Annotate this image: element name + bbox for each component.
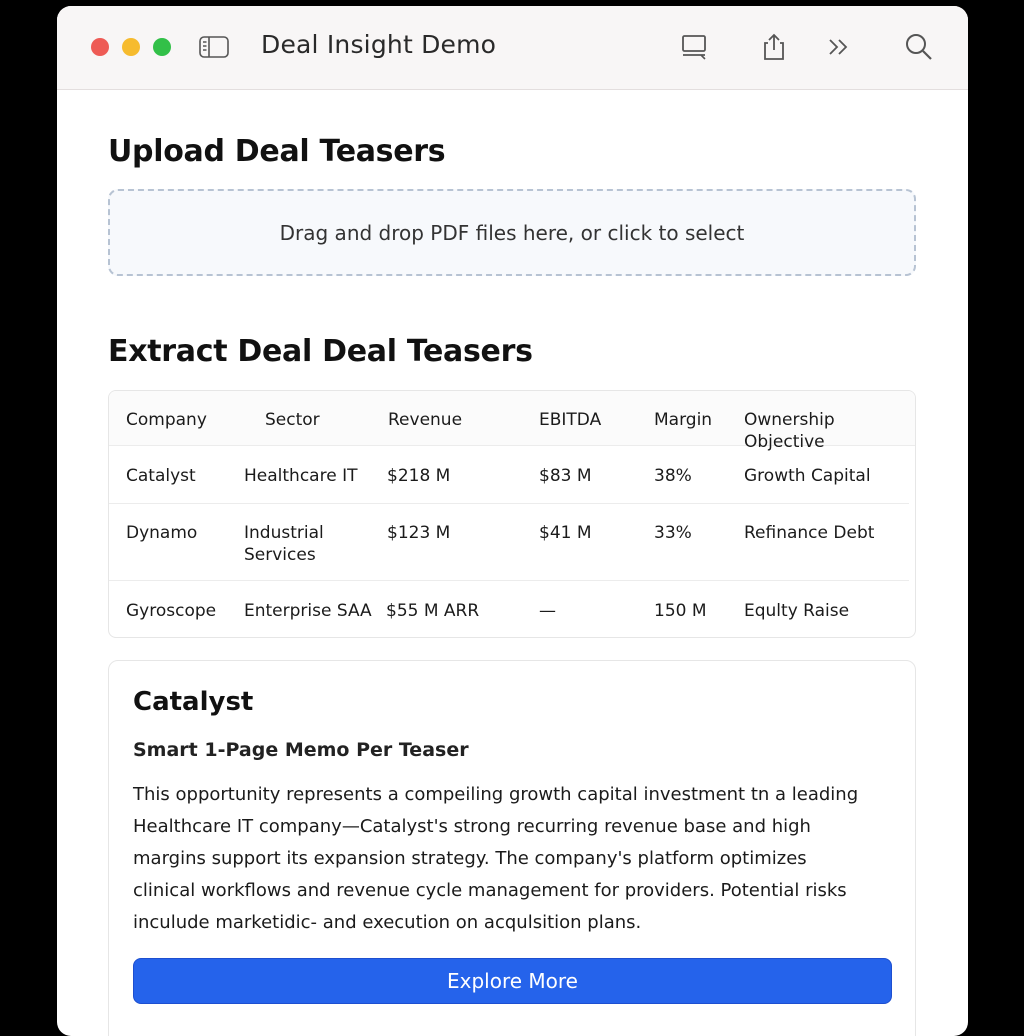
- deals-table: Company Sector Revenue EBITDA Margin Own…: [108, 390, 916, 638]
- share-icon[interactable]: [757, 30, 791, 64]
- column-header-revenue[interactable]: Revenue: [388, 409, 462, 431]
- cell-sector: Industrial Services: [244, 523, 324, 565]
- cell-company: Catalyst: [126, 466, 196, 486]
- cell-ebitda: $83 M: [539, 466, 592, 486]
- cell-ownership-objective: Refinance Debt: [744, 523, 875, 543]
- cell-company: Gyroscope: [126, 601, 217, 621]
- minimize-window-button[interactable]: [122, 38, 140, 56]
- memo-company-title: Catalyst: [133, 687, 254, 717]
- table-header-row: Company Sector Revenue EBITDA Margin Own…: [109, 391, 915, 452]
- upload-heading: Upload Deal Teasers: [108, 134, 446, 169]
- explore-more-button[interactable]: Explore More: [133, 958, 892, 1004]
- window-title: Deal Insight Demo: [261, 30, 497, 59]
- row-divider: [109, 580, 909, 581]
- memo-subtitle: Smart 1-Page Memo Per Teaser: [133, 739, 469, 761]
- cell-company: Dynamo: [126, 523, 198, 543]
- column-header-margin[interactable]: Margin: [654, 409, 712, 431]
- cell-revenue: $55 M ARR: [386, 601, 480, 621]
- cell-ebitda: $41 M: [539, 523, 592, 543]
- cell-sector: Healthcare IT: [244, 466, 358, 486]
- display-icon[interactable]: [677, 30, 711, 64]
- search-icon[interactable]: [902, 30, 936, 64]
- cell-ownership-objective: Growth Capital: [744, 466, 871, 486]
- memo-card: Catalyst Smart 1-Page Memo Per Teaser Th…: [108, 660, 916, 1036]
- cell-revenue: $123 M: [387, 523, 451, 543]
- cell-margin: 38%: [654, 466, 692, 486]
- chevrons-right-icon[interactable]: [822, 30, 856, 64]
- pdf-dropzone[interactable]: Drag and drop PDF files here, or click t…: [108, 189, 916, 276]
- column-header-sector[interactable]: Sector: [265, 409, 320, 431]
- cell-margin: 150 M: [654, 601, 707, 621]
- cell-sector: Enterprise SAA: [244, 601, 372, 621]
- cell-ownership-objective: Equlty Raise: [744, 601, 850, 621]
- dropzone-label: Drag and drop PDF files here, or click t…: [279, 220, 745, 245]
- column-header-ownership-objective[interactable]: Ownership Objective: [744, 409, 915, 453]
- app-window: Deal Insight Demo Upload Deal Teasers Dr…: [57, 6, 968, 1036]
- sidebar-icon[interactable]: [197, 30, 231, 64]
- cell-revenue: $218 M: [387, 466, 451, 486]
- title-bar: Deal Insight Demo: [57, 6, 968, 90]
- row-divider: [109, 503, 909, 504]
- close-window-button[interactable]: [91, 38, 109, 56]
- extract-heading: Extract Deal Deal Teasers: [108, 334, 533, 369]
- memo-body-text: This opportunity represents a compeiling…: [133, 784, 859, 933]
- column-header-ebitda[interactable]: EBITDA: [539, 409, 601, 431]
- column-header-company[interactable]: Company: [126, 409, 207, 431]
- zoom-window-button[interactable]: [153, 38, 171, 56]
- cell-ebitda: —: [539, 601, 556, 621]
- cell-margin: 33%: [654, 523, 692, 543]
